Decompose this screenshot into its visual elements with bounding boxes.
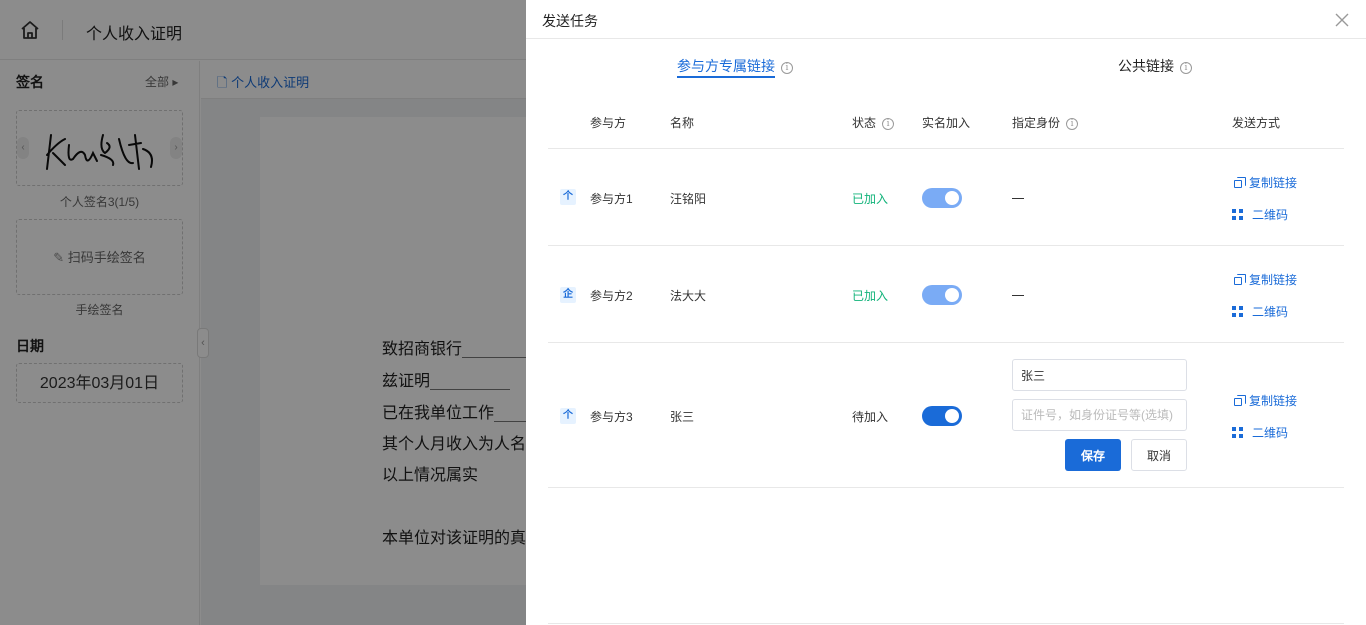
qrcode-label: 二维码 [1252, 426, 1289, 440]
party-cell: 参与方2 [590, 289, 633, 303]
realname-toggle[interactable] [922, 285, 962, 305]
name-cell: 汪铭阳 [670, 192, 707, 206]
column-header-identity: 指定身份 i [1012, 114, 1079, 131]
info-icon[interactable]: i [1066, 118, 1079, 130]
copy-link-button[interactable]: 复制链接 [1232, 174, 1297, 191]
toggle-knob [945, 191, 959, 205]
status-badge: 待加入 [852, 410, 889, 424]
copy-icon [1234, 395, 1246, 406]
qrcode-button[interactable]: 二维码 [1232, 303, 1288, 320]
company-icon: 企 [560, 287, 576, 303]
column-header-status: 状态 i [852, 114, 895, 131]
identity-id-field[interactable] [1012, 399, 1187, 431]
status-badge: 已加入 [852, 289, 889, 303]
divider [548, 487, 1344, 488]
party-cell: 参与方3 [590, 410, 633, 424]
copy-link-label: 复制链接 [1249, 176, 1298, 190]
cancel-button[interactable]: 取消 [1131, 439, 1187, 471]
info-icon[interactable]: i [1180, 62, 1192, 74]
identity-name-field[interactable] [1012, 359, 1187, 391]
drawer-header: 发送任务 [526, 0, 1366, 39]
save-button[interactable]: 保存 [1065, 439, 1121, 471]
divider [548, 342, 1344, 343]
identity-empty [1012, 295, 1024, 296]
status-badge: 已加入 [852, 192, 889, 206]
tab-exclusive-link[interactable]: 参与方专属链接 i [677, 56, 793, 76]
copy-link-button[interactable]: 复制链接 [1232, 392, 1297, 409]
qrcode-icon [1232, 209, 1243, 220]
identity-empty [1012, 198, 1024, 199]
party-cell: 参与方1 [590, 192, 633, 206]
column-header-identity-label: 指定身份 [1012, 116, 1061, 130]
send-task-drawer: 发送任务 参与方专属链接 i 公共链接 i 参与方 名称 状态 i 实名加入 指定身份… [526, 0, 1366, 625]
column-header-send: 发送方式 [1232, 116, 1281, 130]
copy-link-label: 复制链接 [1249, 394, 1298, 408]
qrcode-icon [1232, 427, 1243, 438]
qrcode-icon [1232, 306, 1243, 317]
divider [548, 245, 1344, 246]
copy-link-button[interactable]: 复制链接 [1232, 271, 1297, 288]
info-icon[interactable]: i [781, 62, 793, 74]
qrcode-button[interactable]: 二维码 [1232, 206, 1288, 223]
qrcode-label: 二维码 [1252, 208, 1289, 222]
info-icon[interactable]: i [882, 118, 895, 130]
copy-link-label: 复制链接 [1249, 273, 1298, 287]
tab-public-link[interactable]: 公共链接 i [1118, 56, 1192, 76]
copy-icon [1234, 177, 1246, 188]
column-header-party: 参与方 [590, 116, 627, 130]
toggle-knob [945, 409, 959, 423]
tab-label: 参与方专属链接 [677, 58, 775, 74]
person-icon: 个 [560, 408, 576, 424]
active-tab-indicator [677, 76, 775, 78]
qrcode-label: 二维码 [1252, 305, 1289, 319]
tab-label: 公共链接 [1118, 58, 1174, 74]
realname-toggle[interactable] [922, 406, 962, 426]
column-header-status-label: 状态 [852, 116, 877, 130]
name-cell: 张三 [670, 410, 695, 424]
toggle-knob [945, 288, 959, 302]
name-cell: 法大大 [670, 289, 707, 303]
copy-icon [1234, 274, 1246, 285]
column-header-name: 名称 [670, 116, 695, 130]
drawer-title: 发送任务 [542, 13, 598, 29]
divider [548, 148, 1344, 149]
divider [548, 623, 1344, 624]
close-icon[interactable] [1334, 12, 1350, 28]
realname-toggle[interactable] [922, 188, 962, 208]
qrcode-button[interactable]: 二维码 [1232, 424, 1288, 441]
column-header-realname: 实名加入 [922, 116, 971, 130]
person-icon: 个 [560, 189, 576, 205]
